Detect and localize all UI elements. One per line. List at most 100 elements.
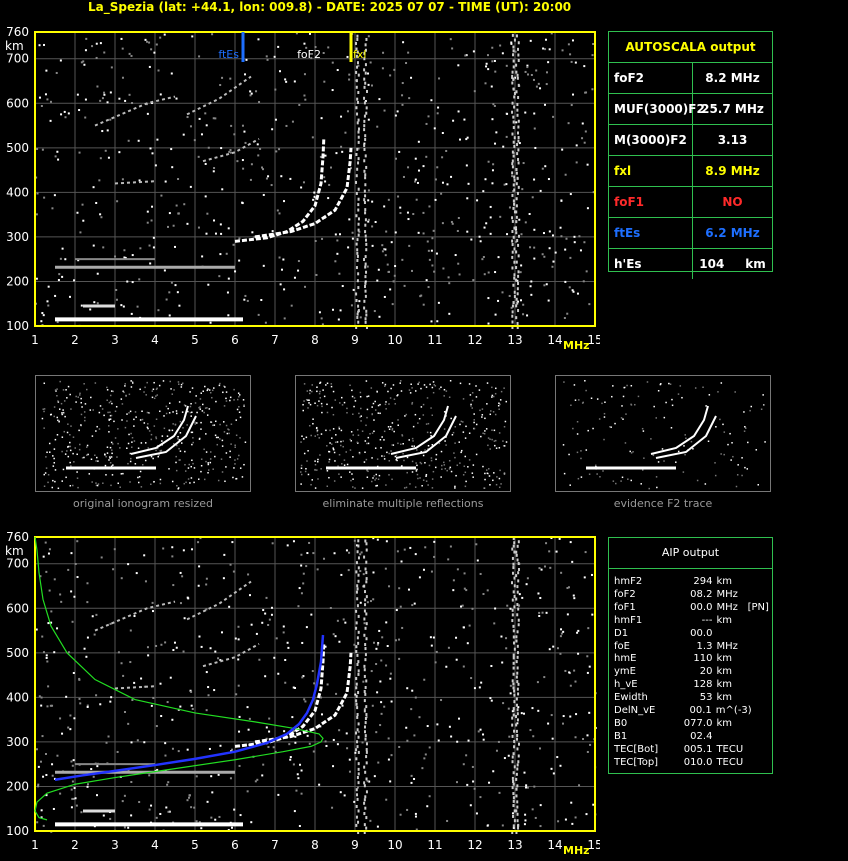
echo-dot <box>171 747 174 750</box>
thumb-dot <box>750 405 753 408</box>
echo-dot <box>364 795 367 799</box>
thumb-dot <box>328 461 330 463</box>
thumb-dot <box>152 388 155 391</box>
thumb-dot <box>137 447 140 449</box>
echo-dot <box>491 182 494 185</box>
y-tick-label: 300 <box>6 735 29 749</box>
echo-dot <box>398 657 401 660</box>
echo-dot <box>63 110 66 113</box>
thumb-dot <box>108 459 110 461</box>
thumb-dot <box>236 458 239 460</box>
echo-dot <box>110 66 113 69</box>
echo-dot <box>83 647 86 650</box>
echo-dot <box>511 734 514 738</box>
echo-dot <box>517 136 520 140</box>
echo-dot <box>473 687 476 690</box>
thumb-dot <box>123 391 125 394</box>
echo-dot <box>61 247 64 250</box>
echo-dot <box>363 812 366 816</box>
echo-dot <box>244 294 247 297</box>
echo-dot <box>356 100 359 104</box>
thumb-dot <box>330 383 333 385</box>
thumb-dot <box>234 446 236 448</box>
thumb-dot <box>335 434 337 436</box>
thumb-dot <box>131 441 133 443</box>
thumb-dot <box>326 411 329 414</box>
thumb-dot <box>200 392 203 394</box>
echo-dot <box>516 651 519 655</box>
echo-dot <box>512 590 515 594</box>
thumb-dot <box>209 458 212 460</box>
thumb-dot <box>357 429 359 431</box>
echo-dot <box>364 737 367 741</box>
echo-dot <box>131 699 134 702</box>
thumb-dot <box>305 398 308 401</box>
aip-name: D1 <box>614 627 629 639</box>
thumb-dot <box>317 458 319 461</box>
echo-dot <box>591 573 594 576</box>
echo-dot <box>581 137 584 140</box>
thumb-dot <box>129 460 132 463</box>
echo-dot <box>537 709 540 712</box>
echo-dot <box>515 168 518 172</box>
thumb-dot <box>384 383 387 386</box>
echo-dot <box>355 677 358 681</box>
echo-dot <box>36 192 39 195</box>
thumb-dot <box>48 442 51 445</box>
echo-dot <box>107 735 110 738</box>
echo-dot <box>516 671 519 675</box>
echo-dot <box>47 285 50 288</box>
echo-dot <box>92 186 95 189</box>
echo-dot <box>167 810 170 813</box>
echo-dot <box>338 272 341 275</box>
thumb-dot <box>171 393 174 395</box>
echo-dot <box>36 148 39 151</box>
echo-dot <box>220 232 223 235</box>
echo-dot <box>312 552 315 555</box>
thumb-dot <box>448 459 451 462</box>
echo-dot <box>352 288 355 291</box>
echo-dot <box>516 143 519 147</box>
echo-dot <box>364 598 367 602</box>
echo-dot <box>588 665 591 668</box>
echo-dot <box>292 686 295 689</box>
echo-dot <box>130 814 133 817</box>
echo-dot <box>262 193 265 196</box>
echo-dot <box>75 804 78 807</box>
thumb-dot <box>454 485 456 488</box>
thumb-dot <box>61 450 63 453</box>
echo-dot <box>501 291 504 294</box>
echo-dot <box>456 740 459 743</box>
echo-dot <box>511 239 514 243</box>
echo-dot <box>101 97 104 100</box>
thumb-dot <box>53 457 55 460</box>
thumb-dot <box>704 483 707 485</box>
multihop-trace <box>94 95 176 127</box>
echo-dot <box>411 689 414 692</box>
echo-dot <box>356 797 359 801</box>
thumb-dot <box>734 391 736 393</box>
echo-dot <box>219 253 222 256</box>
echo-dot <box>238 764 241 767</box>
echo-dot <box>133 615 136 618</box>
thumb-dot <box>56 395 58 397</box>
echo-dot <box>148 808 151 811</box>
echo-dot <box>274 118 277 121</box>
echo-dot <box>511 101 514 105</box>
echo-dot <box>584 551 587 554</box>
thumb-dot <box>314 402 316 404</box>
thumb-dot <box>69 461 71 464</box>
echo-dot <box>502 145 505 148</box>
echo-dot <box>357 203 360 207</box>
aip-extra <box>748 757 772 770</box>
echo-dot <box>355 788 358 792</box>
thumb-dot <box>505 400 508 403</box>
thumb-dot <box>239 437 241 439</box>
echo-dot <box>582 738 585 741</box>
echo-dot <box>207 146 210 149</box>
echo-dot <box>408 244 411 247</box>
x-tick-label: 5 <box>191 838 199 852</box>
echo-dot <box>165 298 168 301</box>
x-tick-label: 9 <box>351 838 359 852</box>
aip-value: 077.0 <box>683 717 713 729</box>
